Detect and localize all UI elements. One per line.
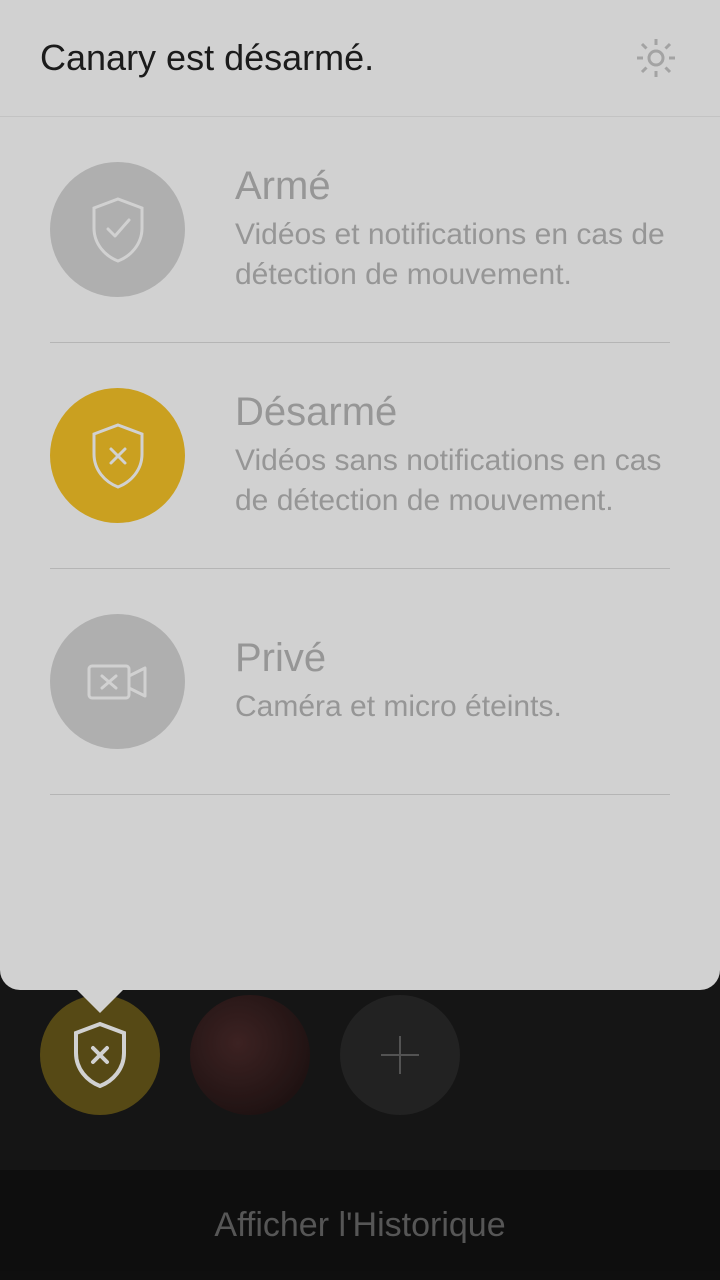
- mode-text-disarmed: Désarmé Vidéos sans notifications en cas…: [235, 390, 670, 522]
- history-label: Afficher l'Historique: [214, 1206, 505, 1245]
- mode-icon-private: [50, 614, 185, 749]
- gear-icon: [633, 35, 679, 81]
- mode-indicator-button[interactable]: [40, 995, 160, 1115]
- mode-title: Privé: [235, 636, 670, 681]
- panel-header: Canary est désarmé.: [0, 0, 720, 117]
- user-avatar[interactable]: [190, 995, 310, 1115]
- mode-title: Armé: [235, 164, 670, 209]
- mode-panel: Canary est désarmé. Armé Vidéos et notif…: [0, 0, 720, 990]
- mode-text-armed: Armé Vidéos et notifications en cas de d…: [235, 164, 670, 296]
- mode-option-private[interactable]: Privé Caméra et micro éteints.: [50, 569, 670, 795]
- mode-text-private: Privé Caméra et micro éteints.: [235, 636, 670, 728]
- settings-button[interactable]: [632, 34, 680, 82]
- panel-title: Canary est désarmé.: [40, 37, 374, 79]
- mode-option-armed[interactable]: Armé Vidéos et notifications en cas de d…: [50, 117, 670, 343]
- mode-description: Caméra et micro éteints.: [235, 687, 670, 728]
- history-button[interactable]: Afficher l'Historique: [0, 1170, 720, 1280]
- mode-icon-armed: [50, 162, 185, 297]
- mode-description: Vidéos sans notifications en cas de déte…: [235, 441, 670, 522]
- mode-description: Vidéos et notifications en cas de détect…: [235, 215, 670, 296]
- mode-list: Armé Vidéos et notifications en cas de d…: [0, 117, 720, 795]
- plus-icon: [375, 1030, 425, 1080]
- shield-check-icon: [87, 196, 149, 264]
- mode-title: Désarmé: [235, 390, 670, 435]
- add-button[interactable]: [340, 995, 460, 1115]
- mode-option-disarmed[interactable]: Désarmé Vidéos sans notifications en cas…: [50, 343, 670, 569]
- mode-icon-disarmed: [50, 388, 185, 523]
- camera-off-icon: [83, 656, 153, 708]
- shield-x-icon: [87, 422, 149, 490]
- shield-x-icon: [69, 1021, 131, 1089]
